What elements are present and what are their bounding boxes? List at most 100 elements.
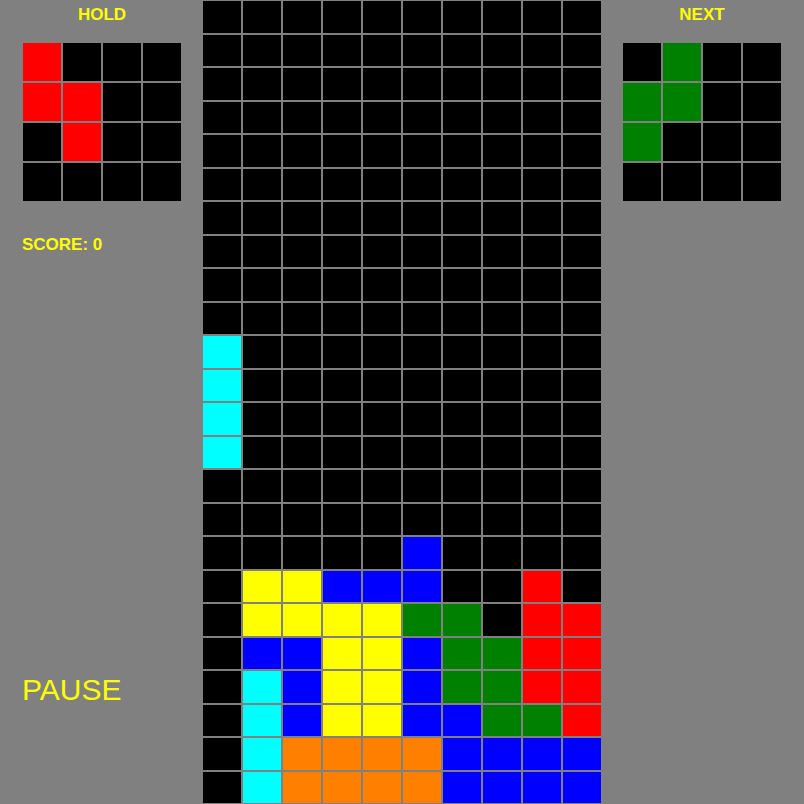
board-cell <box>202 737 242 771</box>
board-cell <box>202 570 242 604</box>
next-box-cell <box>662 42 702 82</box>
game-board <box>202 0 602 804</box>
board-cell <box>322 503 362 537</box>
board-cell <box>202 503 242 537</box>
hold-box-cell <box>62 122 102 162</box>
board-cell <box>282 469 322 503</box>
board-cell <box>282 268 322 302</box>
board-cell <box>402 201 442 235</box>
board-cell <box>402 67 442 101</box>
board-cell <box>482 469 522 503</box>
board-cell <box>562 670 602 704</box>
board-cell <box>562 402 602 436</box>
board-cell <box>522 168 562 202</box>
board-cell <box>282 235 322 269</box>
board-cell <box>242 101 282 135</box>
board-cell <box>522 201 562 235</box>
board-cell <box>442 34 482 68</box>
board-cell <box>282 436 322 470</box>
next-box-cell <box>622 42 662 82</box>
board-cell <box>482 637 522 671</box>
board-cell <box>402 737 442 771</box>
board-cell <box>282 503 322 537</box>
board-cell <box>562 134 602 168</box>
board-cell <box>362 570 402 604</box>
board-cell <box>482 536 522 570</box>
board-cell <box>282 369 322 403</box>
board-cell <box>322 704 362 738</box>
board-cell <box>322 235 362 269</box>
board-cell <box>402 536 442 570</box>
board-cell <box>482 335 522 369</box>
board-cell <box>402 637 442 671</box>
board-cell <box>242 737 282 771</box>
board-cell <box>322 34 362 68</box>
board-cell <box>402 302 442 336</box>
board-cell <box>362 704 402 738</box>
score-label: SCORE: 0 <box>22 235 202 255</box>
board-cell <box>402 268 442 302</box>
board-cell <box>562 235 602 269</box>
board-cell <box>482 268 522 302</box>
board-cell <box>562 536 602 570</box>
board-cell <box>362 268 402 302</box>
board-cell <box>362 235 402 269</box>
hold-box-cell <box>102 162 142 202</box>
board-cell <box>482 134 522 168</box>
board-cell <box>482 603 522 637</box>
board-cell <box>522 704 562 738</box>
hold-box-cell <box>22 42 62 82</box>
board-cell <box>282 536 322 570</box>
board-cell <box>362 670 402 704</box>
next-box-cell <box>622 162 662 202</box>
board-cell <box>562 369 602 403</box>
board-cell <box>522 570 562 604</box>
board-cell <box>522 402 562 436</box>
board-cell <box>202 436 242 470</box>
board-cell <box>442 335 482 369</box>
board-cell <box>482 302 522 336</box>
board-cell <box>562 570 602 604</box>
next-box-cell <box>742 122 782 162</box>
board-cell <box>362 771 402 804</box>
board-cell <box>362 101 402 135</box>
board-cell <box>242 268 282 302</box>
board-cell <box>402 168 442 202</box>
board-cell <box>442 101 482 135</box>
board-cell <box>362 536 402 570</box>
board-cell <box>362 469 402 503</box>
board-cell <box>322 402 362 436</box>
board-cell <box>202 704 242 738</box>
board-cell <box>242 134 282 168</box>
hold-box-cell <box>102 42 142 82</box>
board-cell <box>322 134 362 168</box>
hold-box-cell <box>142 82 182 122</box>
board-cell <box>482 67 522 101</box>
board-cell <box>202 469 242 503</box>
board-cell <box>562 603 602 637</box>
board-cell <box>522 335 562 369</box>
board-cell <box>522 771 562 804</box>
board-cell <box>362 436 402 470</box>
board-cell <box>202 168 242 202</box>
board-cell <box>322 201 362 235</box>
next-box-cell <box>742 162 782 202</box>
next-box: NEXT <box>622 0 782 202</box>
board-cell <box>522 101 562 135</box>
board-cell <box>242 235 282 269</box>
board-cell <box>282 570 322 604</box>
board-cell <box>362 0 402 34</box>
board-cell <box>202 536 242 570</box>
next-box-cell <box>702 42 742 82</box>
board-cell <box>562 737 602 771</box>
board-cell <box>442 503 482 537</box>
board-cell <box>362 168 402 202</box>
board-cell <box>522 134 562 168</box>
board-cell <box>282 67 322 101</box>
next-box-cell <box>662 122 702 162</box>
board-cell <box>322 469 362 503</box>
board-cell <box>522 503 562 537</box>
hold-box-cell <box>62 162 102 202</box>
board-cell <box>402 402 442 436</box>
board-cell <box>522 0 562 34</box>
